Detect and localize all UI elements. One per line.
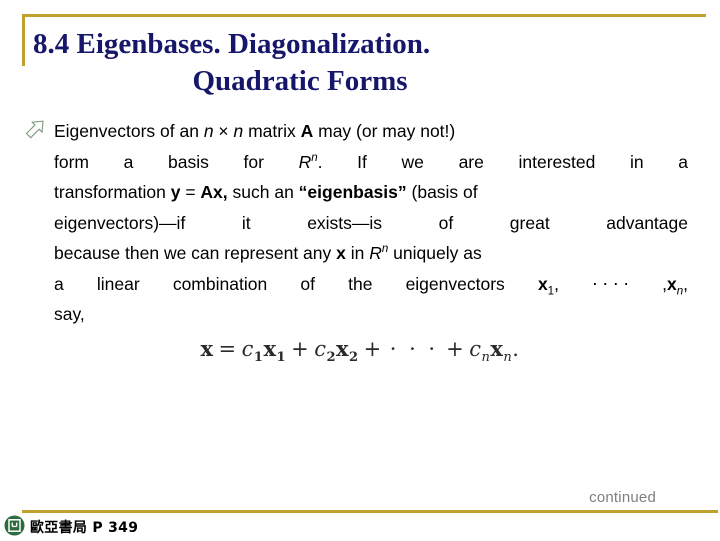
equation-period: . <box>512 337 520 361</box>
line4-seg-e: great <box>509 212 550 233</box>
equation-plus-1: + <box>291 337 310 361</box>
equation-cn: c <box>469 337 482 361</box>
equation-x2-index: 2 <box>349 350 359 366</box>
line3-seg-c: (basis of <box>406 182 478 202</box>
line2-seg-k: a <box>678 151 688 172</box>
line3-equals: = <box>180 182 201 202</box>
line6-seg-e: the <box>348 273 373 294</box>
paragraph-line-5: because then we can represent any x in R… <box>54 238 688 269</box>
paragraph-line-2: form a basis for Rn. If we are interested in a <box>54 147 688 178</box>
body-block: Eigenvectors of an n × n matrix A may (o… <box>24 116 688 330</box>
paragraph-line-4: eigenvectors)—if it exists—is of great advant… <box>54 208 688 239</box>
line2-seg-a: form <box>54 151 89 172</box>
line5-seg-c: uniquely as <box>388 243 482 263</box>
line1-seg-b: matrix <box>243 121 301 141</box>
paragraph-line-1: Eigenvectors of an n × n matrix A may (o… <box>24 116 688 147</box>
equation-xn: x <box>490 336 504 361</box>
line6-comma-3: , <box>683 273 688 294</box>
line1-times: × <box>213 121 234 141</box>
equation-x1: x <box>263 336 277 361</box>
line6-seg-b: linear <box>96 273 140 294</box>
title-line-2: Quadratic Forms <box>192 65 408 97</box>
line2-seg-j: in <box>630 151 644 172</box>
line2-R: R <box>298 151 312 172</box>
equation-c1: c <box>241 337 254 361</box>
line3-seg-a: transformation <box>54 182 171 202</box>
line4-seg-d: of <box>438 212 454 233</box>
line6-ellipsis: ⋅ ⋅ ⋅ ⋅ <box>592 273 629 294</box>
line5-seg-a: because then we can represent any <box>54 243 337 263</box>
line2-seg-g: we <box>401 151 424 172</box>
publisher-logo-icon <box>4 515 25 536</box>
equation-x: x <box>200 336 214 361</box>
paragraph-line-6: a linear combination of the eigenvectors x1, ⋅ … <box>54 269 688 300</box>
footer-rule <box>22 510 718 513</box>
line6-comma-1: , <box>554 273 559 294</box>
title-rule-top <box>22 14 706 17</box>
line6-seg-a: a <box>54 273 64 294</box>
line3-Ax: Ax, <box>200 182 228 202</box>
line3-vector-y: y <box>170 182 181 202</box>
line2-seg-h: are <box>458 151 484 172</box>
line6-x1-symbol: x <box>537 273 548 294</box>
line1-n1: n <box>203 121 214 141</box>
line1-seg-c: may (or may not!) <box>313 121 456 141</box>
continued-label: continued <box>589 489 656 506</box>
title-rule-left <box>22 14 25 66</box>
equation-plus-2: + <box>363 337 382 361</box>
line5-R: R <box>369 243 382 263</box>
line6-x1: x1, <box>538 269 559 300</box>
line1-matrix-A: A <box>300 121 314 141</box>
line3-seg-b: such an <box>227 182 299 202</box>
line5-seg-b: in <box>345 243 370 263</box>
equation-c2-index: 2 <box>326 350 337 366</box>
line2-period: . <box>317 151 323 172</box>
title-line-1: 8.4 Eigenbases. Diagonalization. <box>33 28 431 60</box>
line4-seg-c: exists—is <box>307 212 383 233</box>
line1-n2: n <box>233 121 244 141</box>
line4-seg-f: advantage <box>606 212 688 233</box>
equation-equals: = <box>218 337 237 361</box>
equation-ellipsis: · · · <box>389 337 439 361</box>
line2-seg-i: interested <box>518 151 596 172</box>
publisher-label: 歐亞書局 P 349 <box>30 520 139 536</box>
line2-seg-b: a <box>123 151 134 172</box>
page-title: 8.4 Eigenbases. Diagonalization. Quadrat… <box>30 26 690 100</box>
line2-seg-d: for <box>243 151 264 172</box>
paragraph-line-3: transformation y = Ax, such an “eigenbas… <box>54 177 688 208</box>
diagonal-arrow-bullet-icon <box>24 120 46 140</box>
line6-xn-symbol: x <box>666 273 677 294</box>
line6-seg-f: eigenvectors <box>405 273 505 294</box>
equation-xn-index: n <box>503 350 513 366</box>
equation-c2: c <box>314 337 327 361</box>
line4-seg-b: it <box>241 212 251 233</box>
line2-Rn: Rn. <box>299 147 323 178</box>
line1-seg-a: Eigenvectors of an <box>54 121 204 141</box>
line6-xn: ,xn, <box>662 269 688 300</box>
paragraph-line-7: say, <box>54 304 85 324</box>
line4-seg-a: eigenvectors)—if <box>54 212 186 233</box>
body-paragraph: Eigenvectors of an n × n matrix A may (o… <box>24 116 688 330</box>
display-equation: x = c1x1 + c2x2 + · · · + cnxn. <box>0 336 720 364</box>
line6-seg-c: combination <box>172 273 268 294</box>
line2-seg-c: basis <box>168 151 209 172</box>
line5-vector-x: x <box>336 243 346 263</box>
slide-canvas: 8.4 Eigenbases. Diagonalization. Quadrat… <box>0 0 720 540</box>
line3-eigenbasis-term: “eigenbasis” <box>298 182 407 202</box>
line6-seg-d: of <box>300 273 315 294</box>
line2-seg-f: If <box>357 151 367 172</box>
equation-x1-index: 1 <box>276 350 287 366</box>
equation-x2: x <box>336 336 350 361</box>
equation-plus-3: + <box>446 337 465 361</box>
